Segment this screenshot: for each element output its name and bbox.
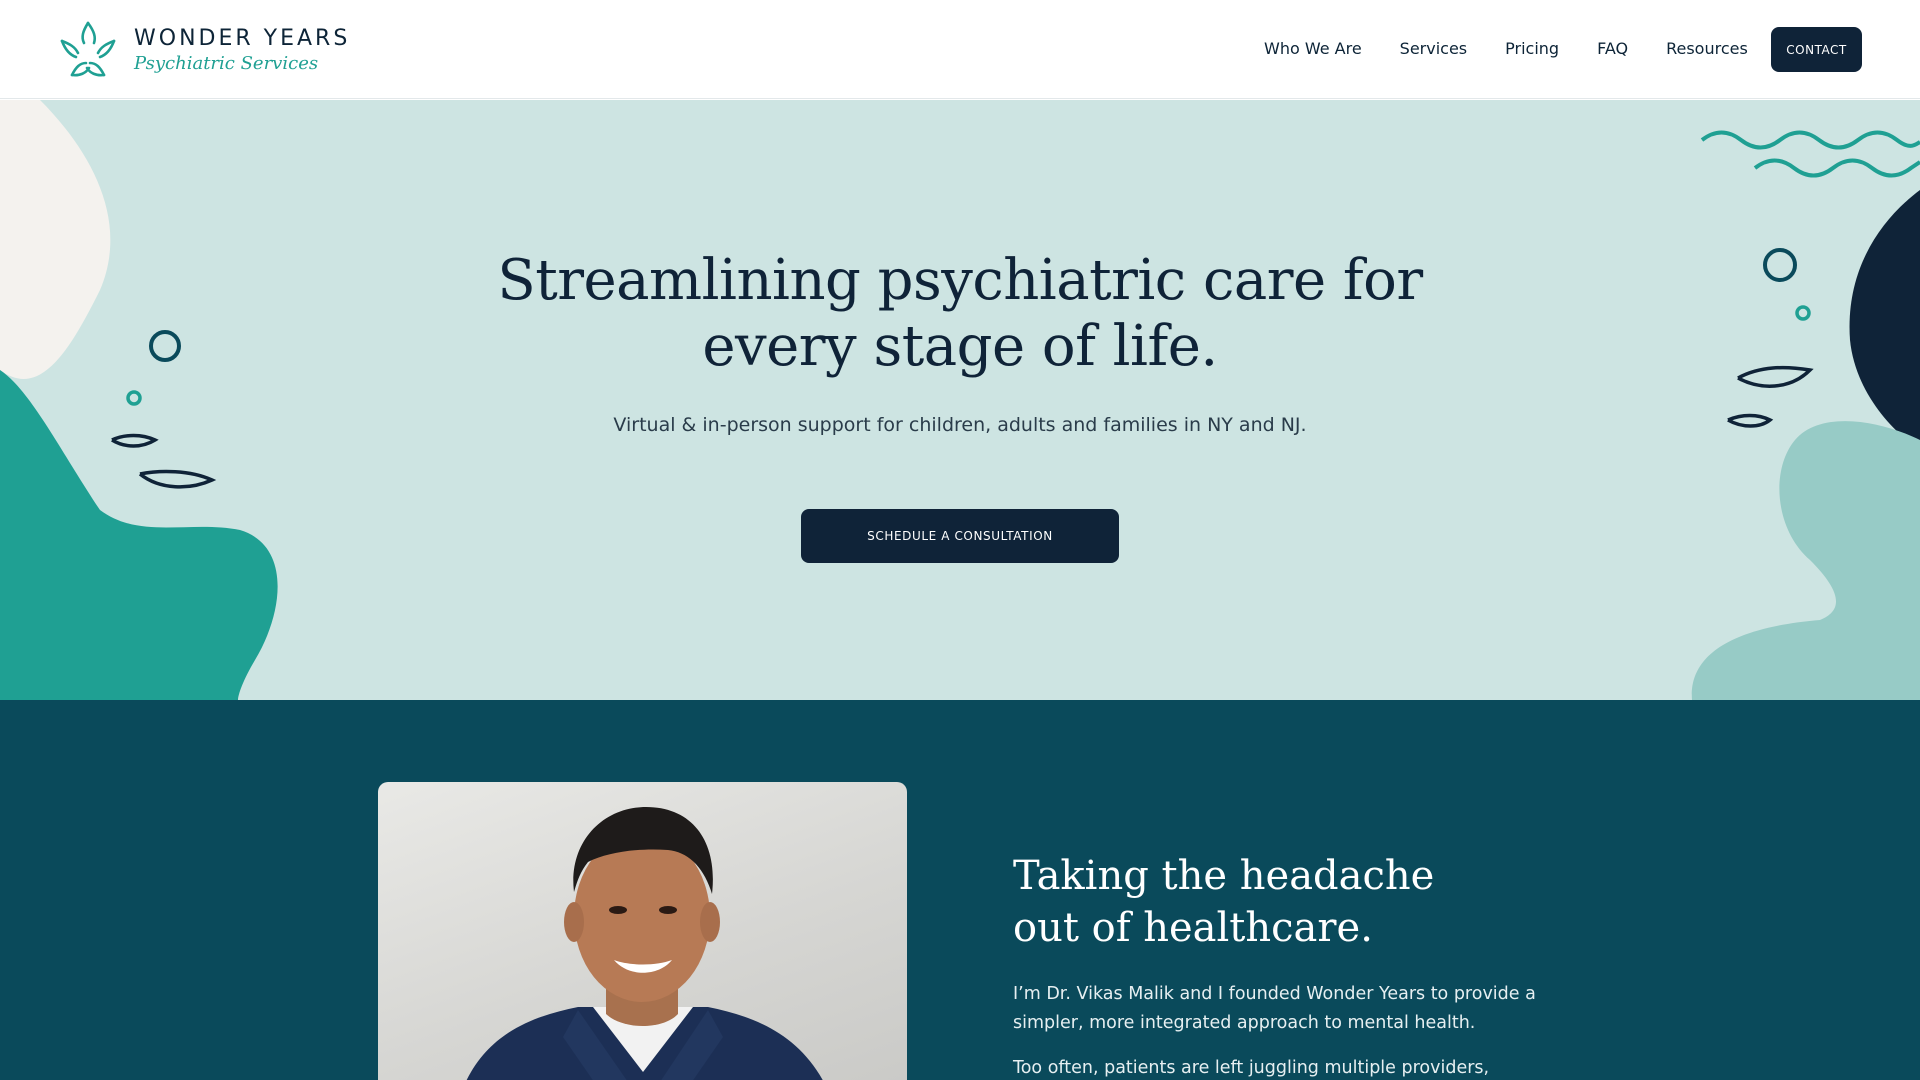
site-header: WONDER YEARS Psychiatric Services Who We…: [0, 0, 1920, 99]
schedule-consultation-button[interactable]: SCHEDULE A CONSULTATION: [801, 509, 1119, 563]
brand-tagline: Psychiatric Services: [134, 52, 319, 74]
right-navy-blob: [1849, 190, 1920, 450]
founder-portrait-illustration: [466, 807, 823, 1080]
about-section: Taking the headache out of healthcare. I…: [0, 700, 1920, 1080]
right-ring-large: [1763, 248, 1797, 282]
portrait-ear-right: [700, 902, 720, 942]
nav-who-we-are[interactable]: Who We Are: [1264, 38, 1362, 60]
nav-services[interactable]: Services: [1400, 38, 1467, 60]
left-cream-blob: [0, 100, 111, 379]
portrait-eye-right: [659, 906, 677, 914]
hero-decorations: [0, 100, 1920, 700]
hero-section: Streamlining psychiatric care for every …: [0, 100, 1920, 700]
left-teal-blob: [0, 370, 278, 700]
about-paragraph-2: Too often, patients are left juggling mu…: [1013, 1058, 1490, 1078]
left-eye-large: [138, 469, 217, 489]
left-ring-small: [126, 390, 142, 406]
main-nav: Who We Are Services Pricing FAQ Resource…: [1264, 38, 1786, 60]
about-heading: Taking the headache out of healthcare.: [1013, 850, 1533, 954]
right-eye-small: [1727, 413, 1774, 428]
right-eye-large: [1737, 365, 1814, 388]
hero-subtitle: Virtual & in-person support for children…: [613, 414, 1307, 436]
hero-title: Streamlining psychiatric care for every …: [460, 248, 1460, 380]
hero-title-line2: every stage of life.: [702, 314, 1218, 379]
left-ring-large: [149, 330, 181, 362]
star-wreath-logo-icon: [60, 21, 116, 77]
about-heading-line2: out of healthcare.: [1013, 905, 1373, 951]
nav-resources[interactable]: Resources: [1666, 38, 1748, 60]
right-wave-bottom: [1753, 158, 1920, 178]
portrait-eye-left: [609, 906, 627, 914]
brand-logo[interactable]: WONDER YEARS Psychiatric Services: [56, 19, 350, 81]
about-heading-line1: Taking the headache: [1013, 853, 1435, 899]
portrait-ear-left: [564, 902, 584, 942]
nav-faq[interactable]: FAQ: [1597, 38, 1628, 60]
right-light-teal-blob: [1691, 421, 1920, 700]
contact-button[interactable]: CONTACT: [1771, 27, 1862, 72]
right-wave-top: [1700, 130, 1920, 150]
brand-text: WONDER YEARS Psychiatric Services: [134, 26, 350, 75]
brand-name: WONDER YEARS: [134, 25, 351, 51]
right-ring-small: [1795, 305, 1811, 321]
nav-pricing[interactable]: Pricing: [1505, 38, 1559, 60]
hero-title-line1: Streamlining psychiatric care for: [497, 248, 1423, 313]
left-eye-small: [111, 433, 159, 448]
about-paragraph-1: I’m Dr. Vikas Malik and I founded Wonder…: [1013, 984, 1536, 1033]
founder-photo: [378, 782, 907, 1080]
